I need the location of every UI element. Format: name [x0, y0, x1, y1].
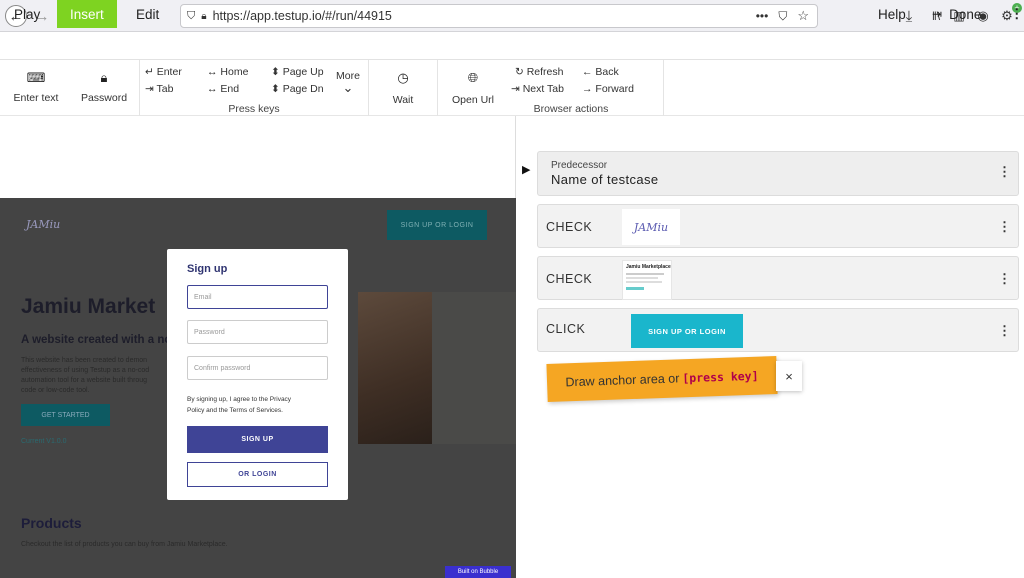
toolbar-divider	[437, 60, 438, 116]
terms-line: By signing up, I agree to the Privacy	[187, 396, 292, 403]
predecessor-label: Predecessor	[551, 160, 608, 171]
confirm-password-field[interactable]: Confirm password	[187, 356, 328, 380]
kebab-menu-icon[interactable]: ⋮	[998, 164, 1011, 180]
terms-line: Policy and the Terms of Services.	[187, 407, 283, 414]
press-key-link[interactable]: [press key]	[682, 369, 759, 386]
wait-button[interactable]: ◷ Wait	[380, 68, 426, 106]
globe-icon: 🌐︎	[467, 70, 479, 85]
site-get-started-button[interactable]: GET STARTED	[21, 404, 110, 426]
predecessor-step[interactable]: Predecessor Name of testcase ⋮	[537, 151, 1019, 196]
enter-text-label: Enter text	[13, 92, 59, 104]
address-bar[interactable]: ⛉ 🔒︎ https://app.testup.io/#/run/44915 •…	[180, 4, 818, 28]
step-action-label: CLICK	[546, 322, 586, 336]
shield-icon[interactable]: ⛉	[187, 10, 195, 23]
more-keys-button[interactable]: More ⌄	[333, 70, 363, 95]
next-tab-button[interactable]: ⇥ Next Tab	[511, 83, 564, 95]
keyboard-icon: ⌨	[26, 70, 46, 85]
kebab-menu-icon[interactable]: ⋮	[998, 323, 1011, 339]
tooltip-text: Draw anchor area or	[565, 371, 680, 390]
site-hero-title: Jamiu Market	[21, 295, 156, 318]
site-logo: JAMiu	[26, 218, 61, 231]
hero-body-line: effectiveness of using Testup as a no-co…	[21, 367, 150, 374]
password-button[interactable]: 🔒︎ Password	[76, 68, 132, 104]
site-products-title: Products	[21, 515, 82, 531]
play-arrow-icon[interactable]: ▶	[522, 163, 530, 176]
tab-insert[interactable]: Insert	[57, 0, 117, 28]
lock-icon: 🔒︎	[201, 10, 207, 22]
site-hero-subtitle: A website created with a no-co	[21, 334, 189, 346]
kebab-menu-icon[interactable]: ⋮	[998, 219, 1011, 235]
hero-body-line: This website has been created to demon	[21, 357, 148, 364]
check-step-page[interactable]: CHECK Jamiu Marketplace ⋮	[537, 256, 1019, 300]
key-home-button[interactable]: ↔ Home	[207, 66, 248, 78]
tab-play[interactable]: Play	[14, 0, 40, 28]
check-step-logo[interactable]: CHECK JAMiu ⋮	[537, 204, 1019, 248]
site-signup-login-button[interactable]: SIGN UP OR LOGIN	[387, 210, 487, 240]
star-icon[interactable]: ☆	[797, 8, 809, 24]
site-products-body: Checkout the list of products you can bu…	[21, 541, 228, 548]
step-action-label: CHECK	[546, 272, 593, 286]
hero-body-line: code or low-code tool.	[21, 387, 90, 394]
login-button[interactable]: OR LOGIN	[187, 462, 328, 487]
kebab-menu-icon[interactable]: ⋮	[998, 271, 1011, 287]
email-field[interactable]: Email	[187, 285, 328, 309]
thumbnail-title: Jamiu Marketplace	[626, 264, 671, 270]
refresh-button[interactable]: ↻ Refresh	[515, 66, 563, 78]
browser-actions-group-label: Browser actions	[533, 103, 609, 115]
built-on-bubble-badge[interactable]: Built on Bubble	[445, 566, 511, 578]
password-label: Password	[80, 92, 128, 104]
site-version: Current V1.0.0	[21, 438, 67, 445]
back-action-button[interactable]: ← Back	[582, 66, 619, 78]
open-url-label: Open Url	[451, 94, 494, 106]
done-button[interactable]: ⇥ Done	[932, 0, 981, 28]
step-thumbnail: JAMiu	[622, 209, 680, 245]
step-action-label: CHECK	[546, 220, 593, 234]
enter-text-button[interactable]: ⌨ Enter text	[8, 68, 64, 104]
site-hero-body: This website has been created to demon e…	[21, 356, 149, 396]
predecessor-name: Name of testcase	[551, 172, 659, 187]
step-thumbnail-button: SIGN UP OR LOGIN	[631, 314, 743, 348]
lock-icon: 🔒︎	[100, 70, 108, 85]
draw-anchor-tooltip: Draw anchor area or [press key]	[546, 355, 778, 403]
help-link[interactable]: Help	[878, 0, 906, 28]
pocket-icon[interactable]: ⛉	[778, 9, 787, 24]
chevron-down-icon: ⌄	[342, 80, 354, 95]
hero-body-line: automation tool for a website built thro…	[21, 377, 148, 384]
key-pageup-button[interactable]: ⬍ Page Up	[271, 66, 324, 78]
key-enter-button[interactable]: ↵ Enter	[145, 66, 182, 78]
done-label: Done	[949, 6, 982, 22]
key-tab-button[interactable]: ⇥ Tab	[145, 83, 173, 95]
wait-label: Wait	[392, 94, 414, 106]
signup-button[interactable]: SIGN UP	[187, 426, 328, 453]
site-hero-photo-background	[432, 292, 516, 444]
site-hero-photo	[358, 292, 432, 444]
toolbar-divider	[368, 60, 369, 116]
exit-icon: ⇥	[932, 7, 943, 21]
terms-text: By signing up, I agree to the Privacy Po…	[187, 394, 291, 416]
press-keys-group-label: Press keys	[228, 103, 280, 115]
password-field[interactable]: Password	[187, 320, 328, 344]
signup-modal: Sign up Email Password Confirm password …	[167, 249, 348, 500]
modal-title: Sign up	[187, 263, 228, 275]
toolbar-divider	[663, 60, 664, 116]
kebab-menu-icon[interactable]: ⋮	[1010, 0, 1024, 28]
key-end-button[interactable]: ↔ End	[207, 83, 239, 95]
forward-action-button[interactable]: → Forward	[582, 83, 634, 95]
step-thumbnail: Jamiu Marketplace	[622, 260, 672, 300]
open-url-button[interactable]: 🌐︎ Open Url	[446, 68, 500, 106]
more-icon[interactable]: •••	[756, 9, 769, 23]
url-text[interactable]: https://app.testup.io/#/run/44915	[213, 9, 392, 23]
app-menubar	[0, 32, 1024, 60]
key-pagedn-button[interactable]: ⬍ Page Dn	[271, 83, 324, 95]
click-step[interactable]: CLICK SIGN UP OR LOGIN ⋮	[537, 308, 1019, 352]
close-icon[interactable]: ×	[776, 361, 802, 391]
tab-edit[interactable]: Edit	[136, 0, 159, 28]
clock-icon: ◷	[397, 70, 409, 85]
